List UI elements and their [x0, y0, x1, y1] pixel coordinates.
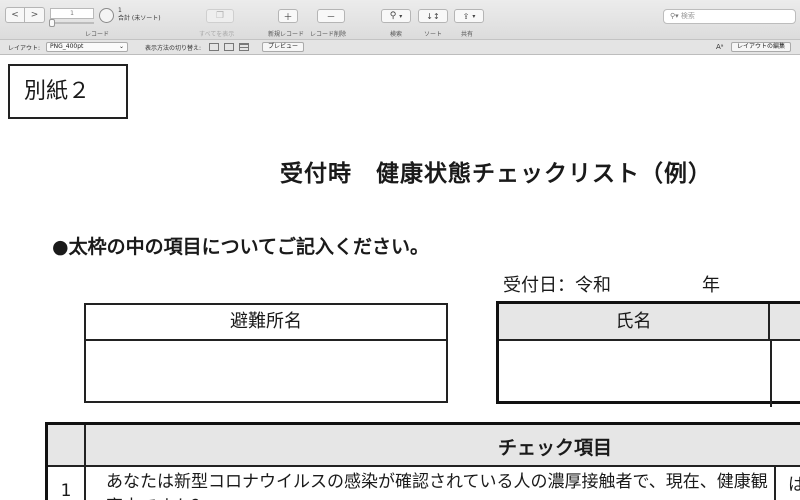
- record-slider-handle[interactable]: [49, 19, 55, 27]
- number-column-header: [48, 425, 86, 467]
- next-record-button[interactable]: >: [25, 7, 45, 23]
- list-view-icon[interactable]: [224, 43, 234, 51]
- find-button[interactable]: ⚲ ▾: [381, 9, 411, 23]
- delete-record-label: レコード削除: [310, 31, 347, 38]
- record-nav: < >: [5, 7, 45, 23]
- shelter-name-field: 避難所名: [84, 303, 448, 403]
- minus-icon: －: [326, 12, 336, 23]
- layout-bar: レイアウト: PNG_400pt ⌄ 表示方法の切り替え: プレビュー Aᵃ レ…: [0, 40, 800, 55]
- search-icon: ⚲▾: [670, 12, 679, 20]
- previous-record-button[interactable]: <: [5, 7, 25, 23]
- name-field: 氏名: [496, 301, 800, 407]
- chevron-down-icon: ▾: [472, 12, 476, 20]
- toolbar: < > 1 1 合計 (未ソート) レコード ❐ すべてを表示 ＋ 新規レコード…: [0, 0, 800, 40]
- table-row-number: 1: [48, 467, 86, 500]
- form-view-icon[interactable]: [209, 43, 219, 51]
- chevron-down-icon: ⌄: [118, 43, 124, 50]
- reception-year-label: 年: [702, 275, 720, 296]
- view-switch-label: 表示方法の切り替え:: [145, 45, 202, 52]
- record-number-field[interactable]: 1: [50, 8, 94, 19]
- text-format-icon[interactable]: Aᵃ: [716, 43, 724, 51]
- edit-layout-button[interactable]: レイアウトの編集: [731, 42, 792, 52]
- magnifier-icon: ⚲: [389, 11, 397, 21]
- search-input[interactable]: ⚲▾ 検索: [663, 9, 796, 24]
- name-header-extension: [770, 304, 800, 341]
- record-slider[interactable]: [50, 22, 94, 24]
- share-icon: ⇪: [462, 11, 470, 21]
- record-count: 1: [118, 7, 122, 14]
- chevron-down-icon: ▾: [399, 12, 403, 20]
- share-button[interactable]: ⇪ ▾: [454, 9, 484, 23]
- record-pie-chart-icon: [99, 8, 114, 23]
- name-divider: [770, 341, 772, 407]
- table-row-question: あなたは新型コロナウイルスの感染が確認されている人の濃厚接触者で、現在、健康観察…: [106, 472, 768, 500]
- show-all-label: すべてを表示: [199, 31, 235, 38]
- layout-label: レイアウト:: [8, 45, 41, 52]
- page-title: 受付時 健康状態チェックリスト（例）: [280, 161, 712, 187]
- sort-button[interactable]: ↓↕: [418, 9, 448, 23]
- layout-select-value: PNG_400pt: [50, 43, 84, 50]
- sort-icon: ↓↕: [426, 11, 440, 21]
- instruction-text: ●太枠の中の項目についてご記入ください。: [52, 236, 430, 258]
- show-all-icon: ❐: [215, 11, 225, 21]
- checklist-table: チェック項目 1 あなたは新型コロナウイルスの感染が確認されている人の濃厚接触者…: [45, 422, 800, 500]
- check-items-header-label: チェック項目: [498, 437, 613, 459]
- shelter-name-header: 避難所名: [86, 305, 446, 341]
- search-placeholder: 検索: [680, 12, 695, 20]
- find-label: 検索: [390, 31, 403, 38]
- table-row-answer: は: [788, 475, 800, 495]
- plus-icon: ＋: [283, 12, 293, 23]
- delete-record-button[interactable]: －: [317, 9, 345, 23]
- document-area: 別紙２ 受付時 健康状態チェックリスト（例） ●太枠の中の項目についてご記入くだ…: [0, 56, 800, 500]
- answer-column-divider: [774, 467, 776, 500]
- table-view-icon[interactable]: [239, 43, 249, 51]
- annex-label: 別紙２: [8, 64, 128, 119]
- share-label: 共有: [461, 31, 474, 38]
- record-sort-status: 合計 (未ソート): [118, 15, 161, 22]
- check-items-header: チェック項目: [86, 425, 800, 467]
- layout-select[interactable]: PNG_400pt ⌄: [46, 42, 128, 52]
- sort-label: ソート: [424, 31, 443, 38]
- show-all-button[interactable]: ❐: [206, 9, 234, 23]
- name-header: 氏名: [499, 304, 770, 341]
- records-label: レコード: [85, 31, 110, 38]
- new-record-button[interactable]: ＋: [278, 9, 298, 23]
- preview-button[interactable]: プレビュー: [262, 42, 305, 52]
- reception-date-label: 受付日：令和: [503, 275, 611, 296]
- new-record-label: 新規レコード: [268, 31, 305, 38]
